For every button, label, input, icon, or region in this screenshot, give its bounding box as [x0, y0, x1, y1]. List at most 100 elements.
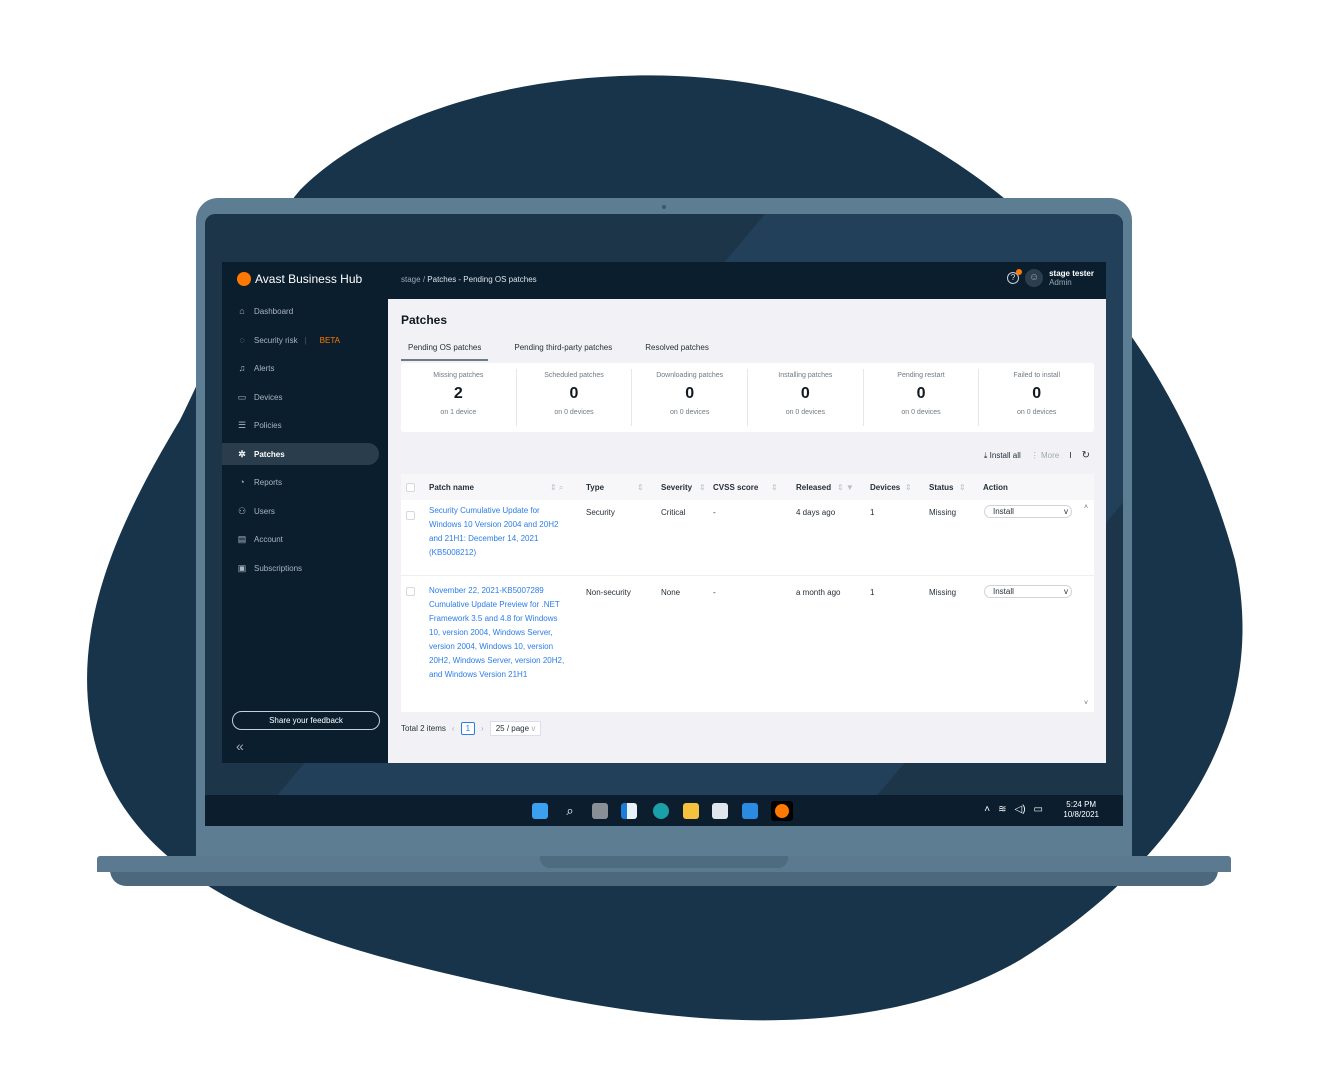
app-window: Avast Business Hub ⌂ Dashboard ◌ Security …: [222, 262, 1106, 763]
patch-name-link[interactable]: November 22, 2021-KB5007289 Cumulative U…: [429, 584, 569, 682]
cell-cvss: -: [713, 588, 716, 597]
patch-name-link[interactable]: Security Cumulative Update for Windows 1…: [429, 504, 559, 560]
col-released[interactable]: Released: [796, 483, 831, 492]
col-action: Action: [983, 483, 1008, 492]
edge-icon[interactable]: [653, 803, 669, 819]
pagination: Total 2 items ‹ 1 › 25 / page v: [401, 721, 542, 736]
stat-failed: Failed to install 0 on 0 devices: [979, 369, 1094, 426]
label: Security risk: [254, 335, 298, 345]
sidebar-item-security-risk[interactable]: ◌ Security risk | BETA: [222, 329, 379, 351]
sort-icon[interactable]: ⇕: [637, 483, 644, 492]
tab-resolved[interactable]: Resolved patches: [638, 340, 716, 361]
brand[interactable]: Avast Business Hub: [237, 272, 362, 286]
action-select[interactable]: Install v: [984, 585, 1072, 598]
stat-scheduled: Scheduled patches 0 on 0 devices: [517, 369, 633, 426]
row-checkbox[interactable]: [406, 511, 415, 520]
share-feedback-button[interactable]: Share your feedback: [232, 711, 380, 730]
collapse-sidebar-icon[interactable]: «: [236, 738, 244, 754]
tab-pending-os[interactable]: Pending OS patches: [401, 340, 489, 361]
system-tray[interactable]: ˄ ≋ ◁) ▭: [984, 804, 1043, 815]
sort-search-icon[interactable]: ⇕ ⌕: [550, 483, 563, 493]
sidebar-item-patches[interactable]: ✲ Patches: [222, 443, 379, 465]
scroll-down-icon[interactable]: ˅: [1084, 700, 1092, 707]
chevron-up-icon[interactable]: ˄: [984, 804, 990, 815]
file-explorer-icon[interactable]: [683, 803, 699, 819]
col-cvss[interactable]: CVSS score: [713, 483, 758, 492]
col-status[interactable]: Status: [929, 483, 953, 492]
search-icon[interactable]: ⌕: [562, 803, 578, 819]
sidebar-item-subscriptions[interactable]: ▣ Subscriptions: [222, 557, 379, 579]
stat-sub: on 0 devices: [670, 409, 710, 416]
taskbar: ⌕ ˄ ≋ ◁) ▭ 5:24 PM 10/8/2021: [205, 795, 1123, 826]
task-view-icon[interactable]: [592, 803, 608, 819]
table-row: November 22, 2021-KB5007289 Cumulative U…: [401, 576, 1094, 706]
patches-table: Patch name ⇕ ⌕ Type ⇕ Severity ⇕ CVSS sc…: [401, 474, 1094, 712]
label: Users: [254, 506, 275, 516]
chevron-down-icon: v: [1064, 587, 1068, 596]
mail-icon[interactable]: [742, 803, 758, 819]
avatar[interactable]: ☺: [1025, 269, 1044, 287]
brand-name: Avast Business Hub: [255, 272, 363, 286]
col-severity[interactable]: Severity: [661, 483, 692, 492]
sidebar-item-users[interactable]: ⚇ Users: [222, 500, 379, 522]
stat-label: Pending restart: [897, 372, 945, 379]
stat-missing: Missing patches 2 on 1 device: [401, 369, 517, 426]
avast-logo-icon: [237, 272, 251, 286]
next-page-icon[interactable]: ›: [481, 724, 484, 733]
volume-icon[interactable]: ◁): [1015, 804, 1026, 815]
widgets-icon[interactable]: [621, 803, 637, 819]
clock[interactable]: 5:24 PM 10/8/2021: [1063, 800, 1099, 820]
page-1-button[interactable]: 1: [460, 722, 476, 735]
breadcrumb-root[interactable]: stage: [401, 275, 421, 284]
sidebar-item-devices[interactable]: ▭ Devices: [222, 386, 379, 408]
label: Reports: [254, 477, 283, 487]
cell-devices: 1: [870, 588, 875, 597]
row-checkbox[interactable]: [406, 587, 415, 596]
col-patch-name[interactable]: Patch name: [429, 483, 474, 492]
page-size-select[interactable]: 25 / page v: [489, 721, 542, 736]
table-row: Security Cumulative Update for Windows 1…: [401, 500, 1094, 576]
page-size-value: 25 / page: [495, 724, 530, 733]
help-icon[interactable]: ?: [1007, 269, 1023, 284]
sort-icon[interactable]: ⇕: [699, 483, 706, 492]
more-label: More: [1041, 451, 1060, 460]
notification-dot: [1016, 269, 1023, 275]
sort-filter-icon[interactable]: ⇕ ▼: [837, 483, 854, 492]
sort-icon[interactable]: ⇕: [905, 483, 912, 492]
scroll-up-icon[interactable]: ˄: [1084, 504, 1092, 511]
refresh-icon[interactable]: ↻: [1082, 450, 1090, 461]
sidebar-item-policies[interactable]: ☰ Policies: [222, 414, 379, 436]
sidebar-item-alerts[interactable]: ♫ Alerts: [222, 357, 379, 379]
store-icon[interactable]: [712, 803, 728, 819]
sidebar-item-reports[interactable]: ◔ Reports: [222, 471, 379, 493]
col-type[interactable]: Type: [586, 483, 604, 492]
user-menu[interactable]: ? ☺ stage tester Admin: [1007, 269, 1094, 287]
sort-icon[interactable]: ⇕: [959, 483, 966, 492]
total-items: Total 2 items: [401, 724, 446, 733]
col-devices[interactable]: Devices: [870, 483, 900, 492]
wifi-icon[interactable]: ≋: [998, 804, 1006, 815]
stat-sub: on 0 devices: [554, 409, 594, 416]
chevron-down-icon: v: [531, 724, 536, 733]
cell-type: Non-security: [586, 588, 631, 597]
start-icon[interactable]: [532, 803, 548, 819]
sidebar-item-dashboard[interactable]: ⌂ Dashboard: [222, 300, 379, 322]
more-button[interactable]: ⋮ More: [1031, 451, 1059, 460]
install-all-button[interactable]: ⤓ Install all: [984, 451, 1021, 461]
user-role: Admin: [1049, 278, 1072, 287]
label: Alerts: [254, 363, 275, 373]
action-value: Install: [993, 507, 1014, 516]
users-icon: ⚇: [237, 505, 247, 516]
select-all-checkbox[interactable]: [406, 483, 415, 492]
battery-icon[interactable]: ▭: [1034, 804, 1043, 815]
prev-page-icon[interactable]: ‹: [452, 724, 455, 733]
stat-pending-restart: Pending restart 0 on 0 devices: [864, 369, 980, 426]
time: 5:24 PM: [1066, 800, 1097, 809]
breadcrumb-separator: /: [422, 275, 426, 284]
action-select[interactable]: Install v: [984, 505, 1072, 518]
tab-pending-third-party[interactable]: Pending third-party patches: [507, 340, 619, 361]
sort-icon[interactable]: ⇕: [771, 483, 778, 492]
sidebar-item-account[interactable]: ▤ Account: [222, 528, 379, 550]
avast-taskbar-icon[interactable]: [771, 801, 793, 821]
column-settings-icon[interactable]: Ⅰ: [1069, 451, 1071, 460]
